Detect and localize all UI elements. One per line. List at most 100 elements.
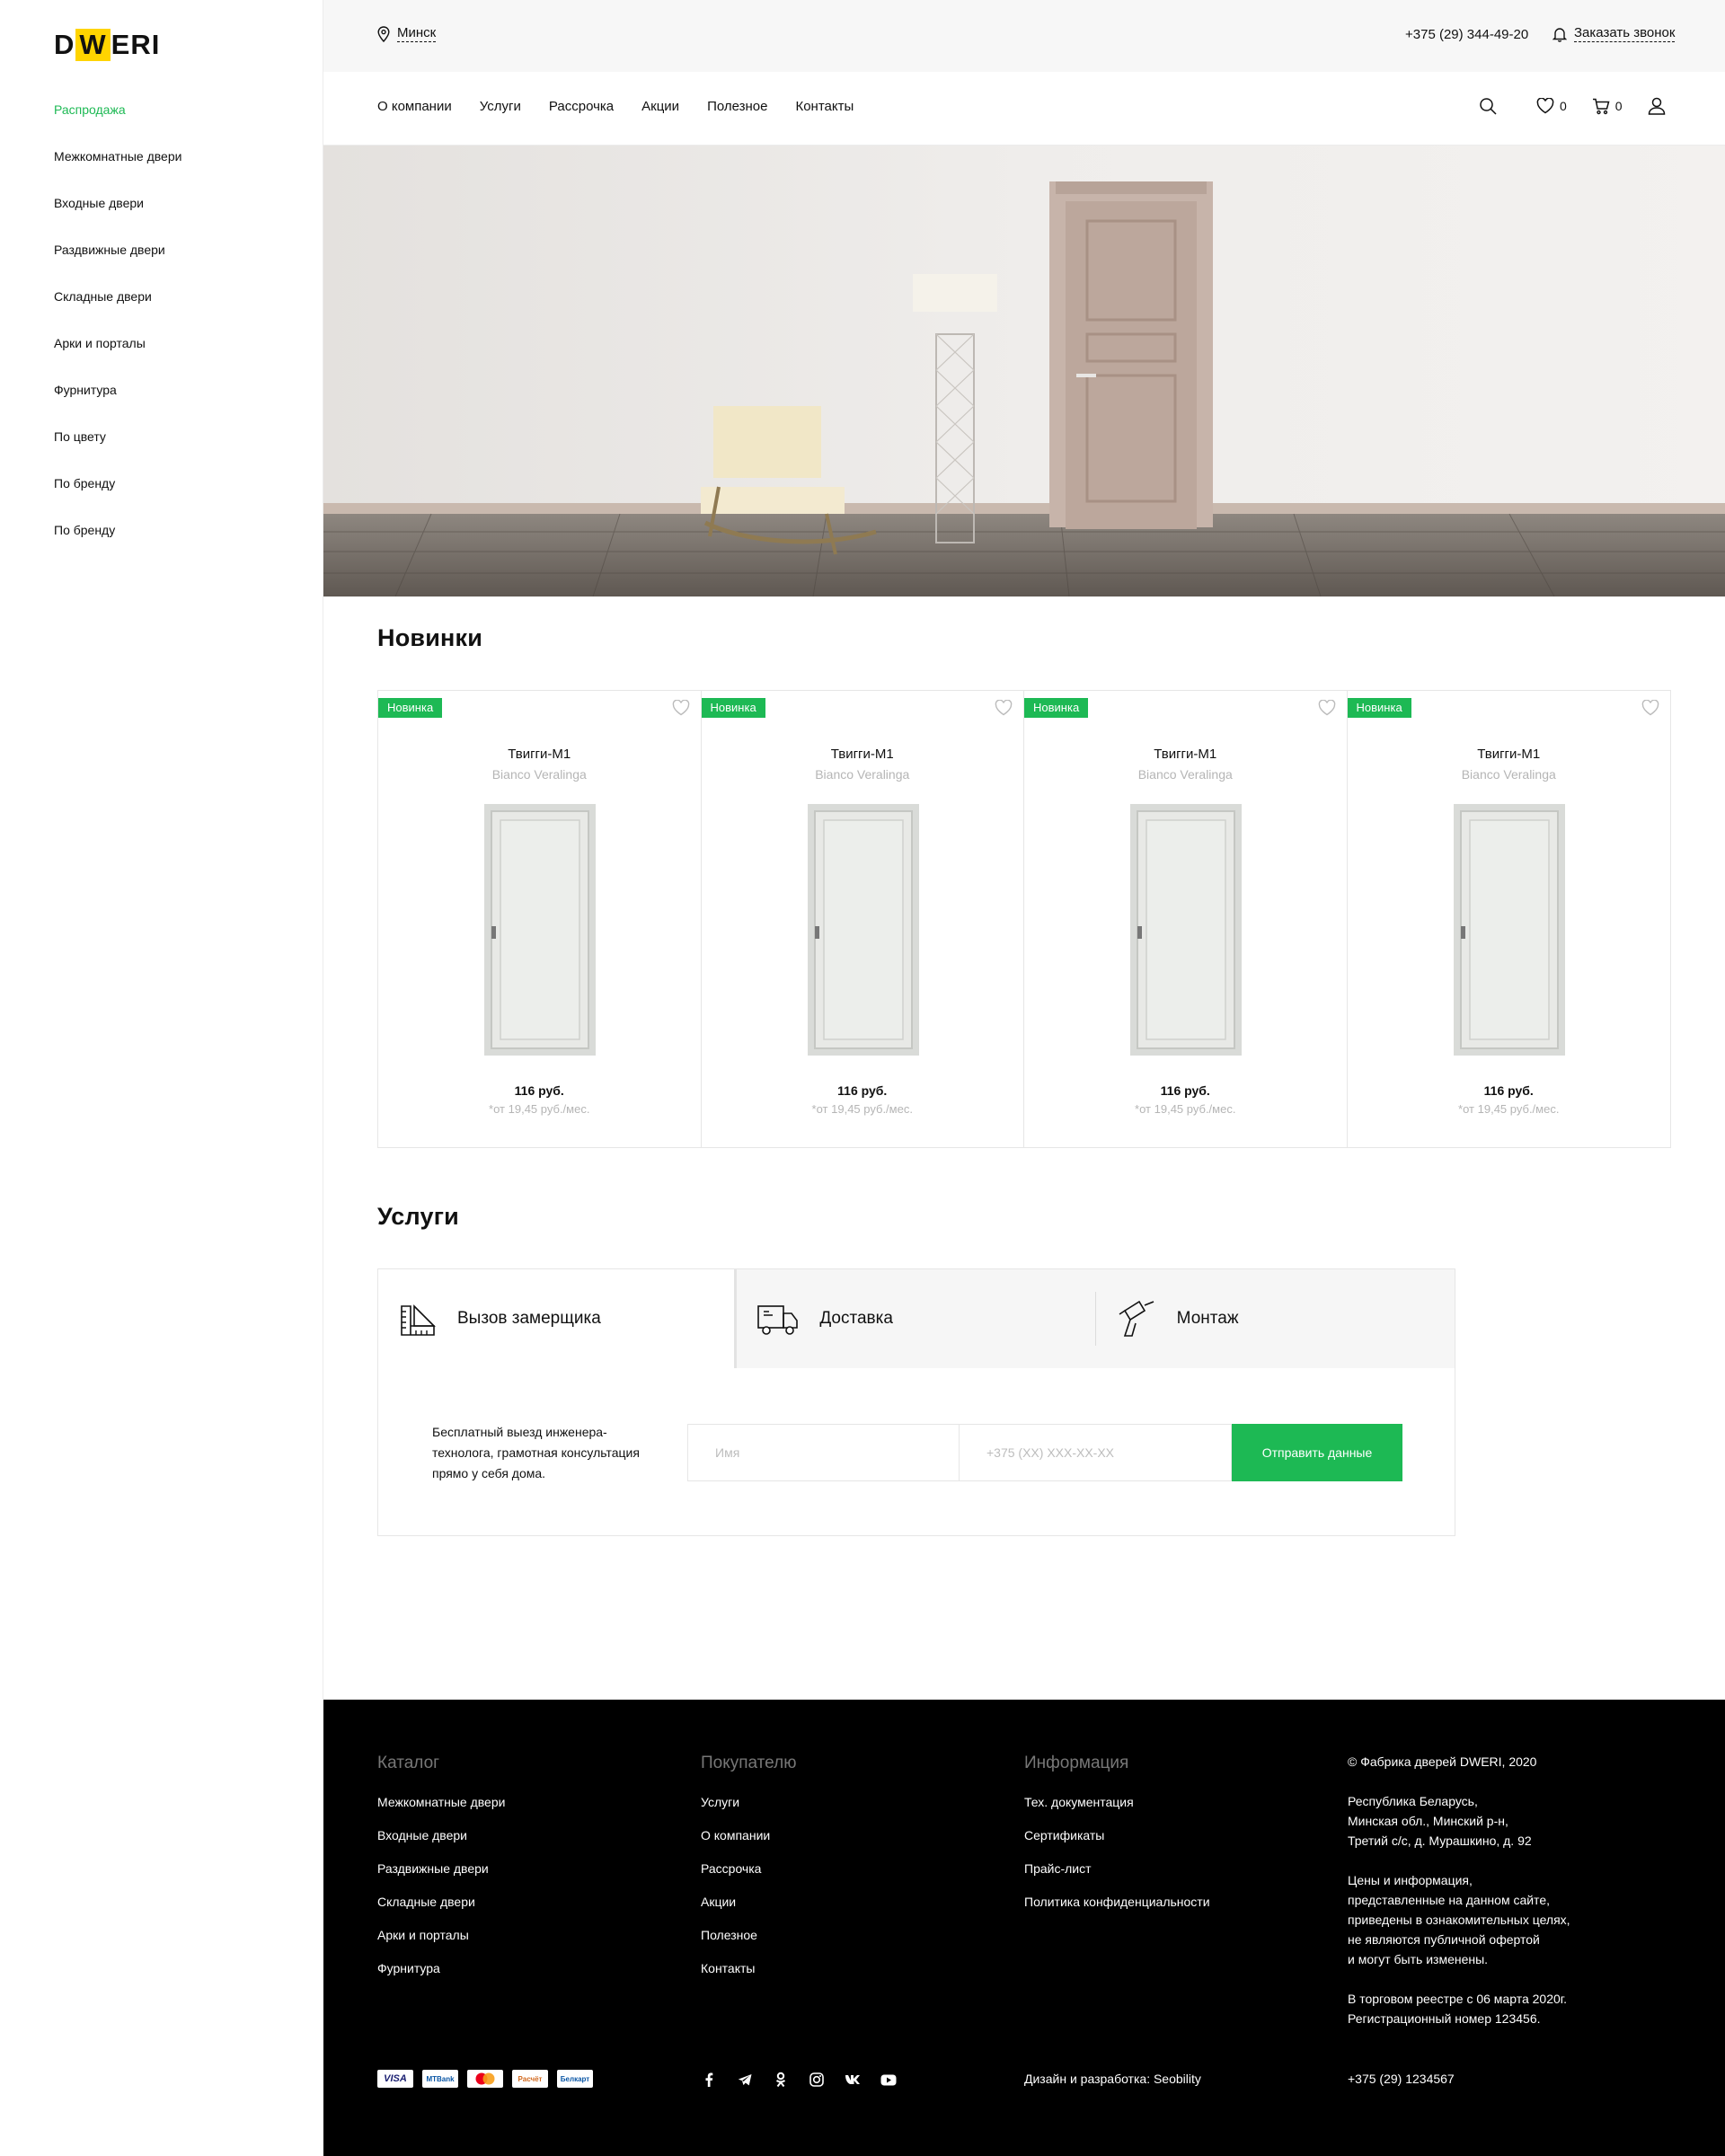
footer-link[interactable]: Полезное [701,1919,796,1952]
heart-icon [1536,98,1554,114]
bell-icon [1552,27,1567,42]
product-name[interactable]: Твигги-М1 [702,747,1024,762]
product-card[interactable]: Новинка Твигги-М1 Bianco Veralinga 116 р… [1024,691,1348,1147]
installment-text: от 19,45 руб./мес. [816,1102,913,1116]
installment-price: *от 19,45 руб./мес. [1348,1102,1671,1116]
address-line: Третий с/с, д. Мурашкино, д. 92 [1348,1833,1532,1848]
footer-link[interactable]: Фурнитура [377,1952,505,1985]
footer-info: Информация Тех. документация Сертификаты… [1024,1754,1210,1919]
door-product-image[interactable] [807,804,919,1056]
copyright: © Фабрика дверей DWERI, 2020 [1348,1754,1537,1769]
services-title: Услуги [377,1203,459,1230]
footer-link[interactable]: Раздвижные двери [377,1852,505,1886]
mastercard-logo [467,2070,503,2088]
account-button[interactable] [1648,97,1666,115]
sidebar-item-folding-doors[interactable]: Складные двери [54,284,181,331]
facebook-icon[interactable] [701,2072,717,2088]
search-button[interactable] [1479,97,1497,115]
footer-link[interactable]: Рассрочка [701,1852,796,1886]
vk-icon[interactable] [845,2072,861,2088]
footer-link[interactable]: Входные двери [377,1819,505,1852]
footer-catalog-title: Каталог [377,1754,440,1772]
footer-link[interactable]: Сертификаты [1024,1819,1210,1852]
developer-credit[interactable]: Дизайн и разработка: Seobility [1024,2072,1201,2086]
menu-item-contacts[interactable]: Контакты [795,99,854,114]
menu-item-about[interactable]: О компании [377,99,452,114]
city-selector[interactable]: Минск [377,25,437,42]
tab-delivery-label: Доставка [819,1309,893,1328]
product-name[interactable]: Твигги-М1 [1024,747,1347,762]
tab-measurement[interactable]: Вызов замерщика [378,1269,738,1368]
main-menu: О компании Услуги Рассрочка Акции Полезн… [377,99,881,114]
product-grid: Новинка Твигги-М1 Bianco Veralinga 116 р… [377,690,1671,1148]
footer-link[interactable]: Политика конфиденциальности [1024,1886,1210,1919]
installment-price: *от 19,45 руб./мес. [1024,1102,1347,1116]
footer-link[interactable]: О компании [701,1819,796,1852]
tab-delivery[interactable]: Доставка [737,1269,1097,1368]
new-badge: Новинка [701,698,765,718]
footer-link[interactable]: Складные двери [377,1886,505,1919]
sidebar-item-by-brand-2[interactable]: По бренду [54,517,181,564]
installment-price: *от 19,45 руб./мес. [378,1102,701,1116]
top-bar: Минск +375 (29) 344-49-20 Заказать звоно… [323,0,1725,72]
tab-measurement-label: Вызов замерщика [457,1309,601,1328]
door-product-image[interactable] [1130,804,1242,1056]
product-name[interactable]: Твигги-М1 [1348,747,1671,762]
menu-item-installments[interactable]: Рассрочка [549,99,614,114]
footer-link[interactable]: Межкомнатные двери [377,1786,505,1819]
sidebar-item-by-color[interactable]: По цвету [54,424,181,471]
add-to-favorites-button[interactable] [1641,699,1659,720]
cart-button[interactable]: 0 [1592,98,1623,115]
service-description: Бесплатный выезд инженера-технолога, гра… [432,1425,640,1480]
door-product-image[interactable] [484,804,596,1056]
sidebar-item-interior-doors[interactable]: Межкомнатные двери [54,144,181,190]
disclaimer-line: Цены и информация, [1348,1873,1473,1887]
menu-item-services[interactable]: Услуги [480,99,521,114]
product-card[interactable]: Новинка Твигги-М1 Bianco Veralinga 116 р… [378,691,702,1147]
sidebar-item-by-brand[interactable]: По бренду [54,471,181,517]
hero-banner [323,146,1725,596]
name-input[interactable]: Имя [687,1424,960,1481]
menu-item-promotions[interactable]: Акции [641,99,679,114]
favorites-count: 0 [1560,99,1567,113]
logo[interactable]: D W ERI [54,29,160,61]
sidebar-item-sale[interactable]: Распродажа [54,97,181,144]
product-price: 116 руб. [1160,1083,1210,1098]
odnoklassniki-icon[interactable] [773,2072,789,2088]
instagram-icon[interactable] [809,2072,825,2088]
add-to-favorites-button[interactable] [995,699,1013,720]
sidebar-item-entrance-doors[interactable]: Входные двери [54,190,181,237]
telegram-icon[interactable] [737,2072,753,2088]
tab-installation[interactable]: Монтаж [1096,1269,1455,1368]
footer-link[interactable]: Арки и порталы [377,1919,505,1952]
product-name[interactable]: Твигги-М1 [378,747,701,762]
add-to-favorites-button[interactable] [672,699,690,720]
footer-link[interactable]: Тех. документация [1024,1786,1210,1819]
favorites-button[interactable]: 0 [1536,98,1567,114]
add-to-favorites-button[interactable] [1318,699,1336,720]
youtube-icon[interactable] [880,2072,897,2088]
submit-button[interactable]: Отправить данные [1232,1424,1402,1481]
tab-installation-label: Монтаж [1176,1309,1239,1328]
product-card[interactable]: Новинка Твигги-М1 Bianco Veralinga 116 р… [1347,691,1671,1147]
heart-icon [1318,699,1335,716]
disclaimer-line: приведены в ознакомительных целях, [1348,1913,1570,1927]
sidebar-item-hardware[interactable]: Фурнитура [54,377,181,424]
footer-link[interactable]: Прайс-лист [1024,1852,1210,1886]
footer-phone[interactable]: +375 (29) 1234567 [1348,2072,1455,2086]
footer-link[interactable]: Контакты [701,1952,796,1985]
sidebar-item-sliding-doors[interactable]: Раздвижные двери [54,237,181,284]
door-product-image[interactable] [1453,804,1565,1056]
hero-interior-image [323,146,1725,596]
location-pin-icon [377,25,390,42]
address-line: Республика Беларусь, [1348,1794,1478,1808]
sidebar-item-arches[interactable]: Арки и порталы [54,331,181,377]
menu-item-useful[interactable]: Полезное [707,99,767,114]
footer-link[interactable]: Акции [701,1886,796,1919]
footer-link[interactable]: Услуги [701,1786,796,1819]
header-phone[interactable]: +375 (29) 344-49-20 [1405,27,1528,42]
callback-button[interactable]: Заказать звонок [1552,25,1676,42]
product-card[interactable]: Новинка Твигги-М1 Bianco Veralinga 116 р… [701,691,1024,1147]
services-block: Вызов замерщика Доставка Монтаж Бесплатн… [377,1268,1455,1536]
phone-input[interactable]: +375 (XX) XXX-XX-XX [959,1424,1232,1481]
